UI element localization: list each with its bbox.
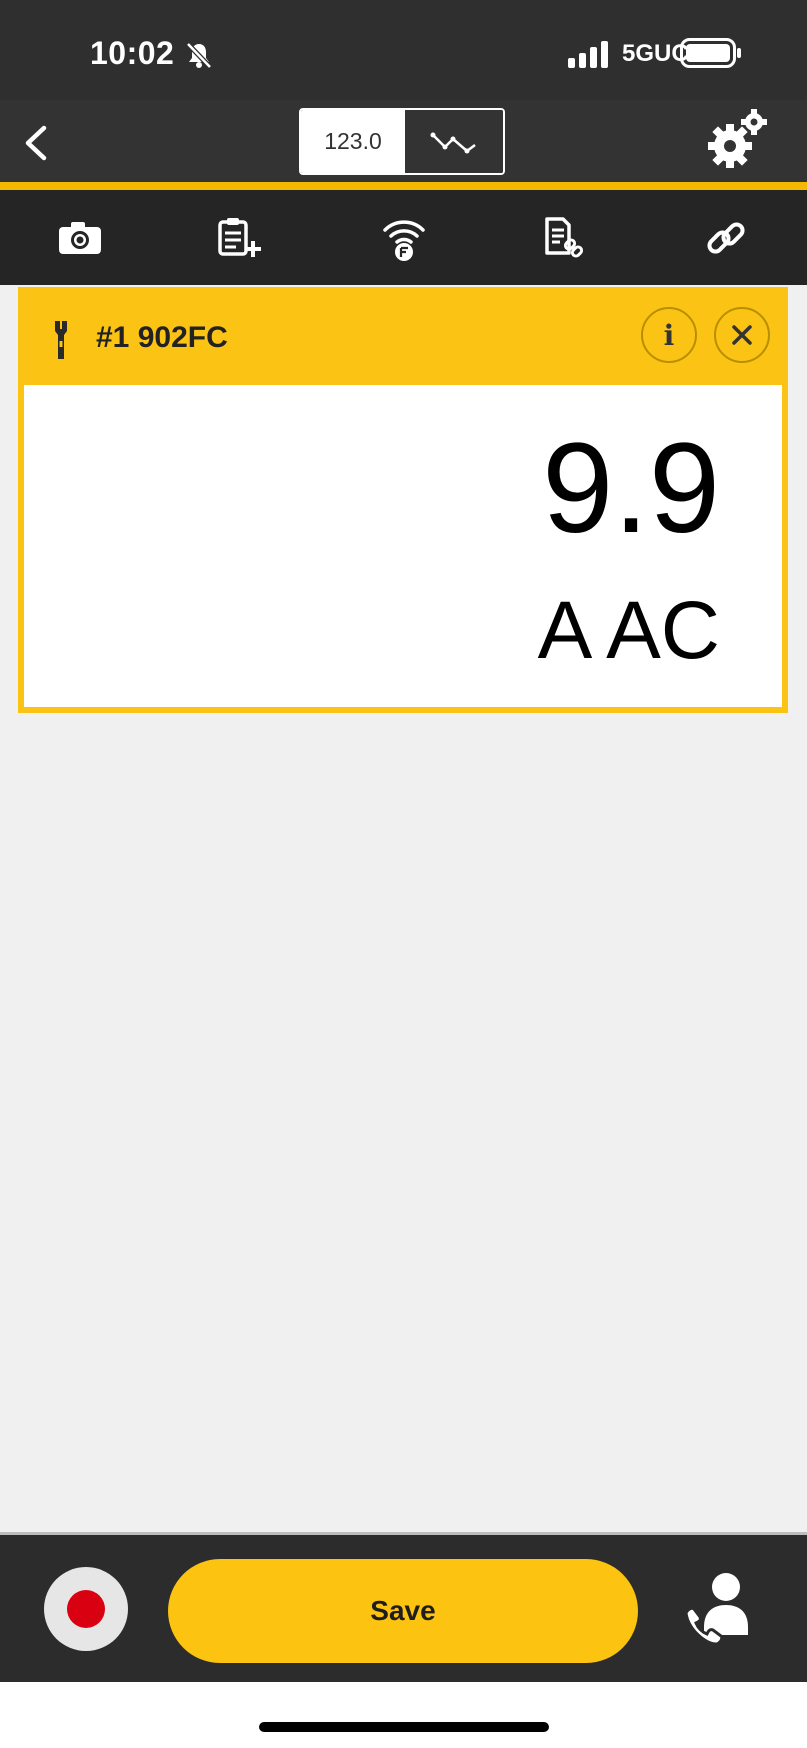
wireless-fluke-connect-icon: [383, 220, 425, 261]
record-button[interactable]: [44, 1567, 128, 1651]
bottom-action-bar: Save: [0, 1532, 807, 1682]
info-icon: i: [663, 318, 675, 352]
view-toggle: 123.0: [299, 108, 505, 175]
device-reading-card: #1 902FC i 9.9 A AC: [18, 287, 788, 713]
clipboard-add-icon: [218, 218, 261, 257]
reading-value: 9.9: [542, 417, 720, 560]
add-note-button[interactable]: [210, 208, 270, 268]
document-link-icon: [545, 217, 584, 258]
wireless-connect-button[interactable]: [374, 208, 434, 268]
gears-icon[interactable]: [706, 108, 770, 172]
device-name: #1 902FC: [96, 321, 228, 354]
support-call-icon[interactable]: [680, 1565, 764, 1649]
status-bar: 10:02 5GUC: [0, 0, 807, 100]
camera-button[interactable]: [50, 208, 110, 268]
reading-unit: A AC: [537, 585, 720, 676]
battery-icon: [680, 38, 741, 68]
status-time: 10:02: [90, 35, 175, 71]
toolbar: [0, 190, 807, 285]
record-icon: [67, 1590, 105, 1628]
camera-icon: [59, 222, 101, 254]
chevron-left-icon[interactable]: [18, 122, 54, 164]
trend-view-tab[interactable]: [405, 110, 503, 173]
clamp-meter-icon: [55, 321, 67, 359]
home-indicator[interactable]: [259, 1722, 549, 1732]
device-card-header: #1 902FC i: [18, 287, 788, 385]
numeric-view-tab[interactable]: 123.0: [301, 110, 405, 173]
save-button[interactable]: Save: [168, 1559, 638, 1663]
network-label: 5GUC: [622, 40, 689, 67]
info-button[interactable]: i: [641, 307, 697, 363]
nav-bar: 123.0: [0, 100, 807, 182]
bell-muted-icon: [186, 42, 212, 69]
trend-line-icon: [430, 132, 476, 153]
home-indicator-area: [0, 1682, 807, 1748]
remove-device-button[interactable]: [714, 307, 770, 363]
link-button[interactable]: [696, 208, 756, 268]
linked-document-button[interactable]: [534, 208, 594, 268]
link-icon: [707, 222, 745, 254]
signal-icon: [568, 41, 608, 68]
close-icon: [732, 325, 752, 345]
accent-divider: [0, 182, 807, 190]
reading-panel: 9.9 A AC: [24, 385, 782, 707]
